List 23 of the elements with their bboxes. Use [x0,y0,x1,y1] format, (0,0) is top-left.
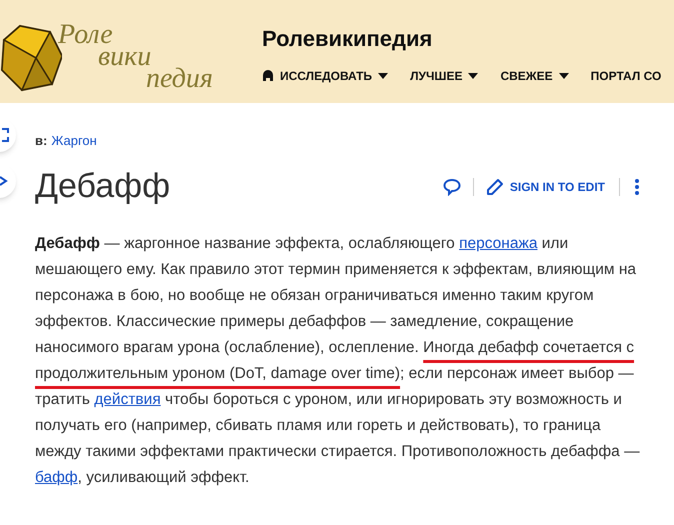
breadcrumb-link[interactable]: Жаргон [51,131,97,150]
site-title[interactable]: Ролевикипедия [262,22,432,55]
article-link[interactable]: действия [94,390,161,408]
expand-icon [2,128,10,142]
logo-text: вики [98,46,152,68]
page-title: Дебафф [35,166,172,207]
nav-menu-item[interactable]: СВЕЖЕЕ [500,67,569,85]
caret-icon [558,73,569,79]
nav-menu-item[interactable]: ПОРТАЛ СО [590,67,662,85]
comment-icon[interactable] [442,178,461,196]
caret-icon [468,73,478,79]
article-link[interactable]: бафф [35,468,78,486]
logo-text: педия [146,68,213,90]
article-paragraph: Дебафф — жаргонное название эффекта, ослабляющего персонажа или мешающего ему. Как правило этот термин применяется к эффектам, влияющим на персонажа в бою, но вообще не обязан ограничиваться именно таким кругом эффектов. Классические примеры дебаффов — замедление, сокращение наносимого врагам урона (ослабление), ослепление. Иногда дебафф сочетается с продолжительным уроном (DoT, damage over time); если персонаж имеет выбор — тратить действия чтобы бороться с уроном, или игнорировать эту возможность и получать его (например, сбивать пламя или гореть и действовать), то граница между такими эффектами практически стирается. Противоположность дебаффа — бафф, усиливающий эффект. [35,234,641,488]
more-options-icon[interactable] [634,178,640,196]
explore-icon [262,70,274,82]
sign-in-to-edit-button[interactable]: SIGN IN TO EDIT [486,178,605,196]
nav-menu-item[interactable]: ИССЛЕДОВАТЬ [262,67,388,85]
caret-icon [378,73,388,79]
nav-menu-item[interactable]: ЛУЧШЕЕ [410,67,478,85]
article-link[interactable]: персонажа [459,234,538,252]
breadcrumb-label: в: [35,132,48,150]
logo-text: Роле [58,24,113,46]
